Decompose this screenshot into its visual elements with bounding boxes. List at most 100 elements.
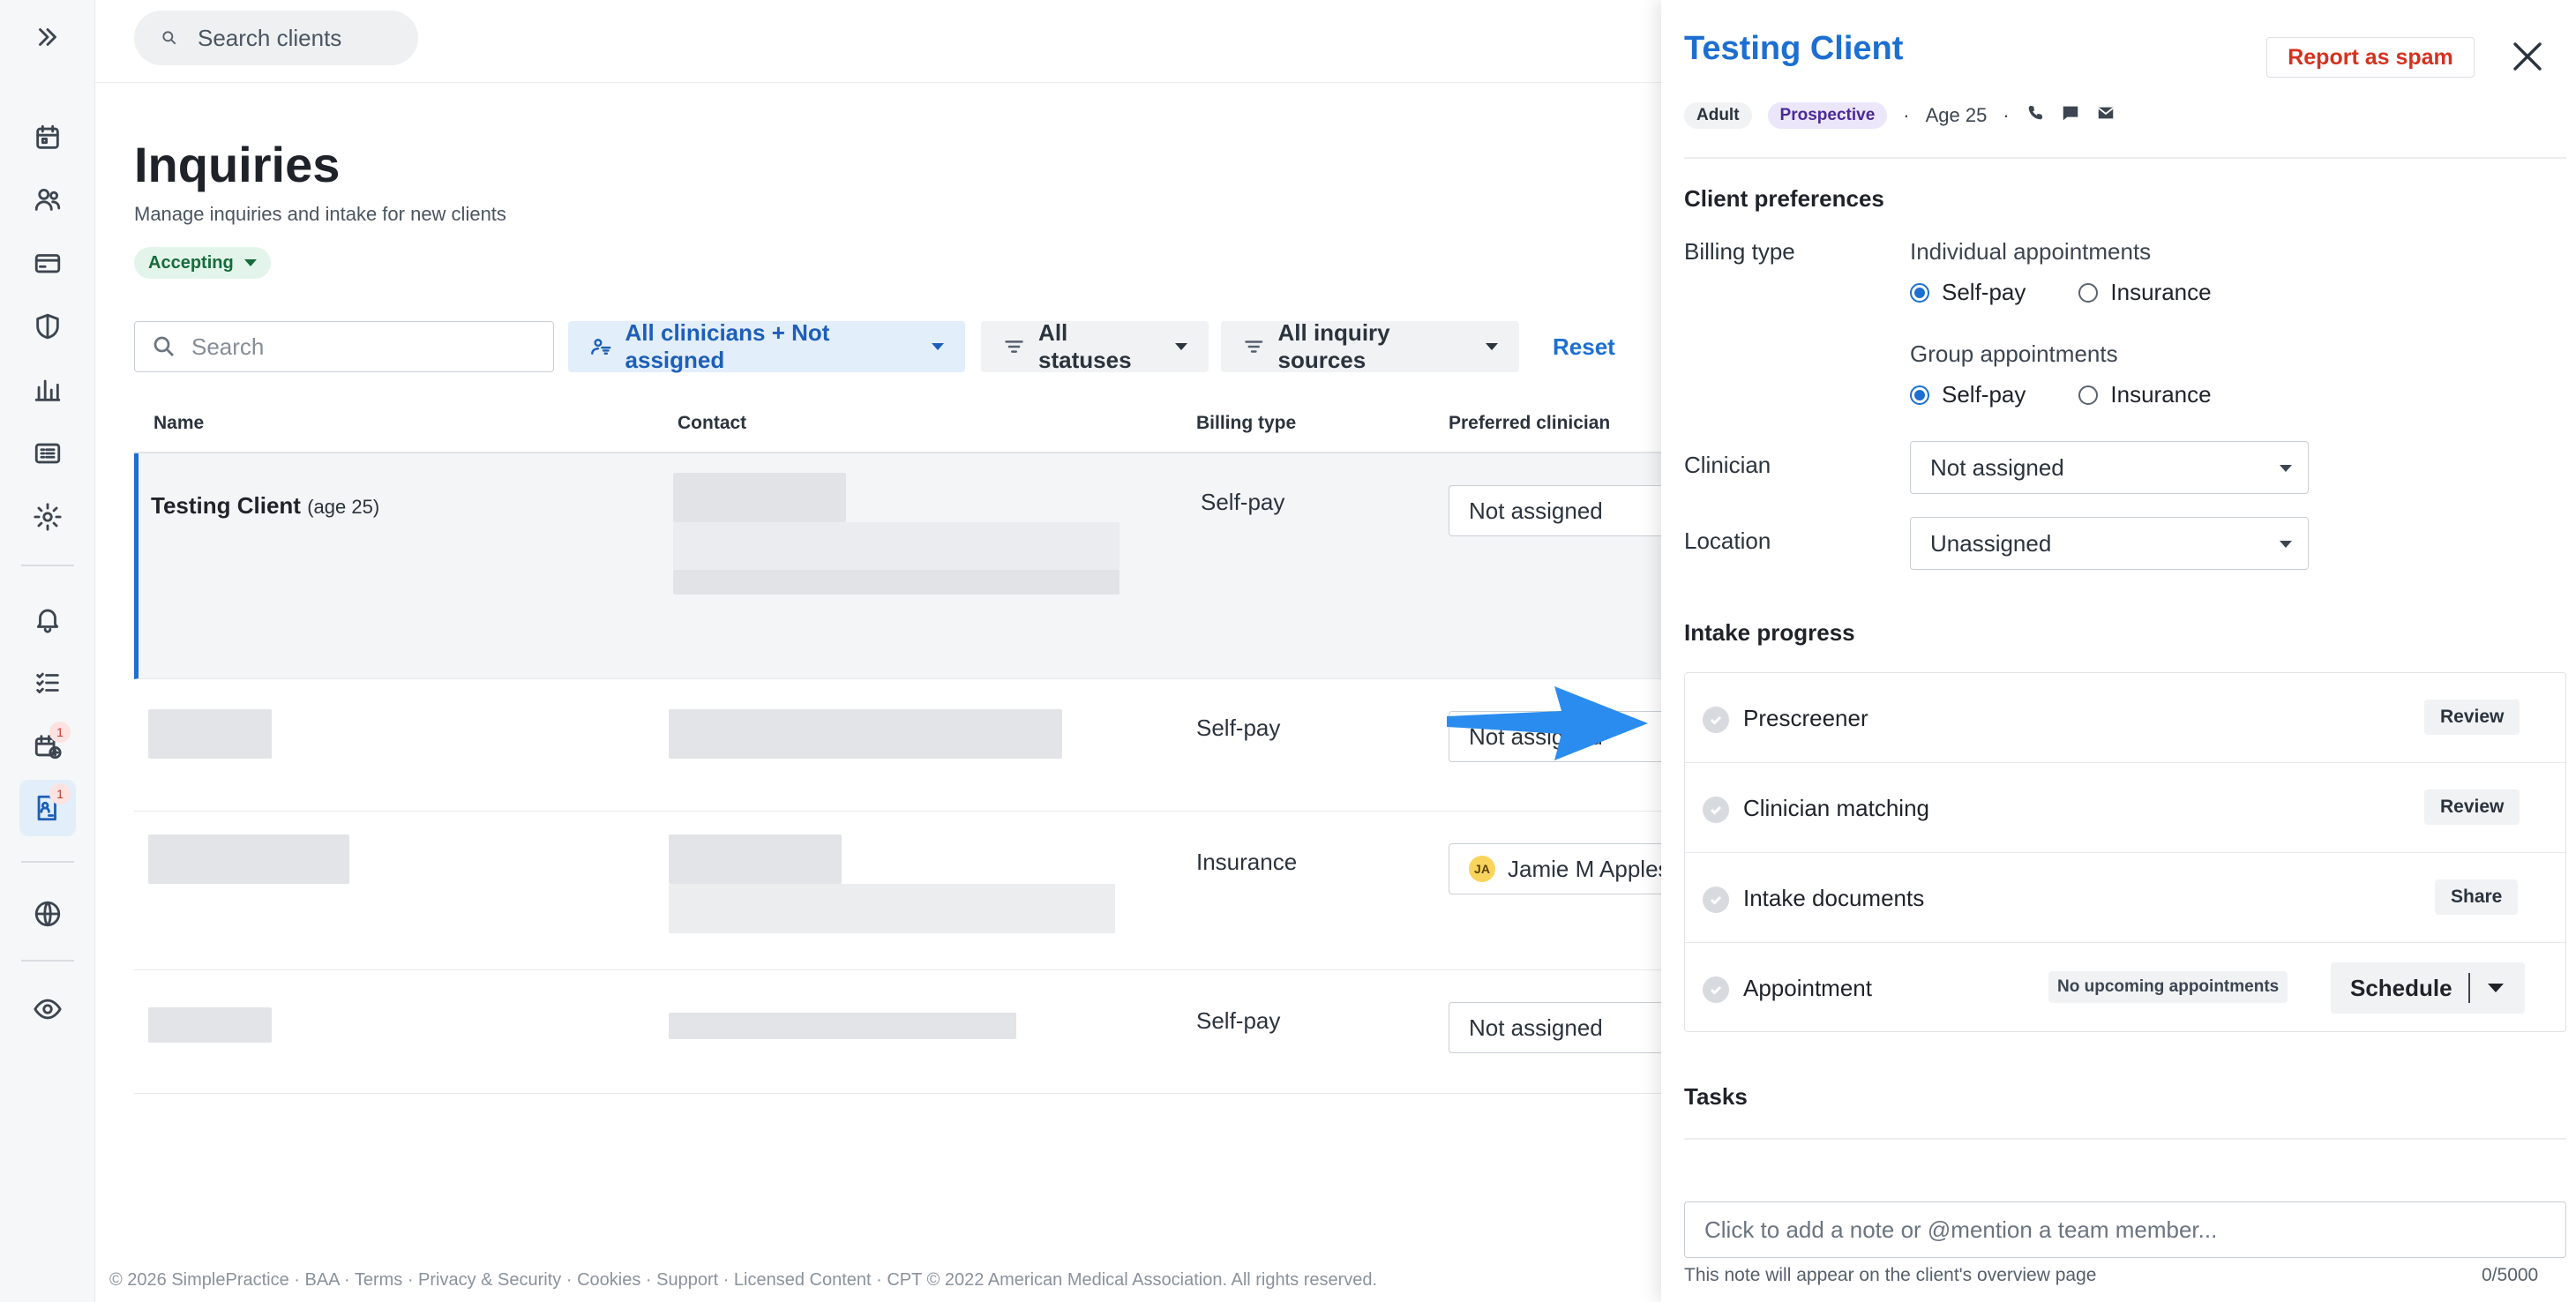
redacted-contact: [669, 709, 1062, 759]
inquiry-source-filter[interactable]: All inquiry sources: [1221, 319, 1519, 373]
clinician-select[interactable]: Not assigned: [1910, 441, 2309, 494]
clinician-avatar: JA: [1469, 856, 1495, 882]
table-row[interactable]: Self-pay Not assigned: [134, 970, 1678, 1094]
column-header-clinician: Preferred clinician: [1449, 413, 1611, 433]
panel-divider: [1684, 1138, 2566, 1140]
redacted-contact: [673, 570, 1120, 595]
preferred-clinician-value: Jamie M Apples: [1508, 855, 1670, 882]
column-header-name[interactable]: Name: [154, 413, 204, 434]
intake-step: Intake documents Share: [1685, 853, 2565, 943]
redacted-contact: [673, 473, 846, 522]
billing-type-label: Billing type: [1684, 238, 1795, 265]
redacted-contact: [673, 522, 1120, 572]
client-search-input[interactable]: Search clients: [134, 11, 418, 65]
individual-self-pay-radio[interactable]: [1910, 282, 1929, 303]
annotation-arrow-icon: [1447, 686, 1648, 760]
adult-tag: Adult: [1684, 102, 1752, 129]
inquiries-count-badge: 1: [49, 783, 71, 804]
nav-inquiries[interactable]: 1: [19, 780, 76, 836]
intake-step-label: Appointment: [1743, 975, 1872, 1001]
filter-icon: [1245, 340, 1263, 353]
nav-billing[interactable]: [19, 235, 76, 291]
review-clinician-matching-button[interactable]: Review: [2424, 789, 2520, 825]
no-upcoming-appointments-badge: No upcoming appointments: [2048, 971, 2288, 1003]
schedule-button-label[interactable]: Schedule: [2331, 973, 2470, 1003]
calendar-icon: [36, 124, 59, 149]
client-preferences-heading: Client preferences: [1684, 185, 1884, 212]
note-input[interactable]: Click to add a note or @mention a team m…: [1684, 1201, 2566, 1258]
dot-separator: ·: [1903, 104, 1910, 126]
tasks-heading: Tasks: [1684, 1083, 1748, 1110]
check-circle-icon: [1703, 707, 1729, 733]
accepting-status-dropdown[interactable]: Accepting: [134, 247, 271, 279]
filter-icon: [1005, 340, 1023, 353]
nav-documents[interactable]: [19, 425, 76, 482]
eye-icon: [34, 999, 62, 1020]
nav-analytics[interactable]: [19, 362, 76, 418]
intake-step-label: Intake documents: [1743, 885, 1925, 911]
status-filter[interactable]: All statuses: [981, 319, 1209, 373]
group-insurance-radio[interactable]: [2078, 385, 2099, 405]
clinician-select-value: Not assigned: [1930, 453, 2064, 481]
chevron-down-icon[interactable]: [2488, 984, 2504, 992]
message-icon[interactable]: [2061, 103, 2080, 128]
nav-tasks[interactable]: [19, 655, 76, 711]
inquiry-search-input[interactable]: Search: [134, 321, 554, 372]
nav-website[interactable]: [19, 886, 76, 942]
preferred-clinician-select[interactable]: Not assigned: [1449, 1002, 1678, 1053]
table-row[interactable]: Insurance JA Jamie M Apples: [134, 812, 1678, 970]
preferred-clinician-select[interactable]: Not assigned: [1449, 485, 1678, 536]
client-search-placeholder: Search clients: [198, 24, 342, 51]
individual-insurance-radio[interactable]: [2078, 282, 2099, 303]
location-select[interactable]: Unassigned: [1910, 517, 2309, 570]
report-spam-button[interactable]: Report as spam: [2266, 37, 2475, 78]
intake-step: Prescreener Review: [1685, 673, 2565, 763]
intake-step-label: Clinician matching: [1743, 795, 1929, 821]
email-icon[interactable]: [2096, 103, 2115, 128]
client-name-link[interactable]: Testing Client: [1684, 30, 1903, 68]
self-pay-label: Self-pay: [1942, 279, 2026, 305]
footer-links: © 2026 SimplePractice · BAA · Terms · Pr…: [109, 1270, 1378, 1290]
location-label: Location: [1684, 528, 1771, 554]
group-billing-radios: Self-pay Insurance: [1910, 381, 2212, 408]
nav-clients[interactable]: [19, 171, 76, 228]
note-placeholder: Click to add a note or @mention a team m…: [1704, 1216, 2218, 1243]
expand-nav-button[interactable]: [19, 9, 76, 65]
client-age-label: Age 25: [1925, 104, 1988, 126]
preferred-clinician-value: Not assigned: [1469, 497, 1603, 524]
bar-chart-icon: [34, 379, 61, 401]
billing-type-cell: Self-pay: [1196, 715, 1281, 741]
group-self-pay-radio[interactable]: [1910, 385, 1929, 405]
accepting-status-label: Accepting: [148, 252, 234, 273]
billing-type-cell: Self-pay: [1201, 489, 1285, 515]
page-subtitle: Manage inquiries and intake for new clie…: [134, 203, 506, 225]
note-help-text: This note will appear on the client's ov…: [1684, 1265, 2097, 1285]
nav-client-view[interactable]: [19, 981, 76, 1037]
redacted-contact: [669, 884, 1115, 933]
phone-icon[interactable]: [2026, 103, 2045, 128]
check-circle-icon: [1703, 887, 1729, 913]
preferred-clinician-select[interactable]: JA Jamie M Apples: [1449, 843, 1678, 894]
close-panel-button[interactable]: [2508, 37, 2547, 76]
review-prescreener-button[interactable]: Review: [2424, 700, 2520, 735]
requests-count-badge: 1: [49, 722, 71, 743]
schedule-split-button[interactable]: Schedule: [2331, 962, 2525, 1014]
nav-requests[interactable]: 1: [19, 718, 76, 774]
preferred-clinician-value: Not assigned: [1469, 1014, 1603, 1041]
nav-notifications[interactable]: [19, 591, 76, 647]
client-name-cell[interactable]: Testing Client (age 25): [151, 492, 379, 520]
table-row[interactable]: Testing Client (age 25) Self-pay Not ass…: [134, 453, 1678, 679]
nav-calendar[interactable]: [19, 109, 76, 166]
individual-appointments-label: Individual appointments: [1910, 238, 2152, 265]
nav-insurance[interactable]: [19, 298, 76, 355]
table-row[interactable]: Self-pay Not assigned: [134, 679, 1678, 812]
client-detail-panel: Testing Client Report as spam Adult Pros…: [1661, 0, 2576, 1302]
main-content: Inquiries Manage inquiries and intake fo…: [95, 83, 1678, 1302]
check-circle-icon: [1703, 797, 1729, 823]
nav-settings[interactable]: [19, 489, 76, 545]
chevron-down-icon: [243, 259, 257, 266]
globe-icon: [34, 901, 61, 927]
clinician-filter[interactable]: All clinicians + Not assigned: [568, 319, 965, 373]
reset-filters-button[interactable]: Reset: [1553, 333, 1615, 361]
share-intake-documents-button[interactable]: Share: [2435, 879, 2519, 915]
